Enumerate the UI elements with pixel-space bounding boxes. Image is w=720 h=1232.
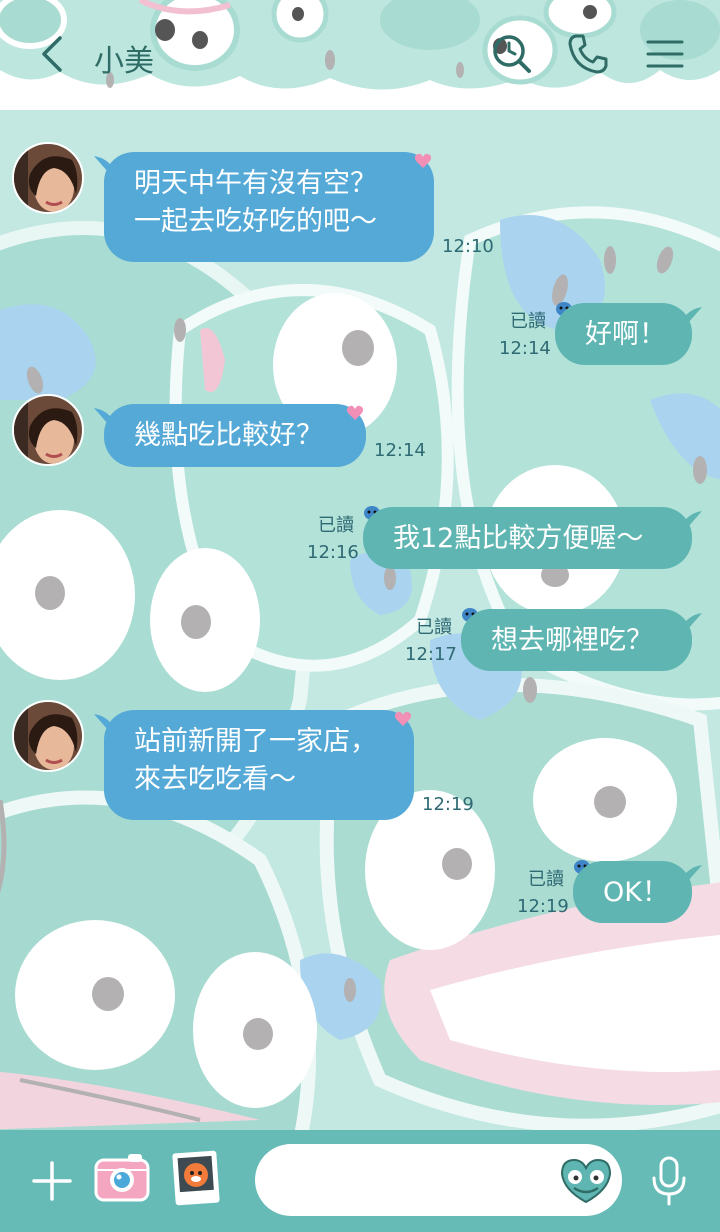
bubble-tail [680, 865, 702, 881]
composer-bar [0, 1130, 720, 1232]
chat-header: 小美 [0, 0, 720, 110]
message-text: 想去哪裡吃？ [491, 625, 653, 656]
message-text: OK！ [603, 877, 669, 908]
back-arrow-icon[interactable] [34, 32, 74, 76]
message-text: 幾點吃比較好？ [134, 420, 323, 451]
message-bubble[interactable]: OK！ [573, 861, 692, 923]
bubble-tail [680, 613, 702, 629]
heart-decoration-icon [414, 153, 432, 168]
contact-avatar[interactable] [12, 700, 84, 772]
chat-title: 小美 [94, 44, 154, 79]
heart-decoration-icon [394, 711, 412, 726]
camera-icon[interactable] [92, 1150, 152, 1206]
message-text-line: 站前新開了一家店， [134, 726, 377, 757]
message-time: 12:10 [442, 236, 494, 257]
message-time: 12:16 [307, 542, 359, 563]
plus-icon[interactable] [30, 1159, 74, 1203]
contact-avatar[interactable] [12, 394, 84, 466]
message-text-line: 一起去吃好吃的吧～ [134, 206, 377, 237]
photo-icon[interactable] [170, 1148, 222, 1208]
read-receipt: 已讀 [318, 515, 354, 536]
message-time: 12:17 [405, 644, 457, 665]
microphone-icon[interactable] [648, 1154, 690, 1208]
message-bubble[interactable]: 幾點吃比較好？ [104, 404, 366, 467]
message-time: 12:14 [499, 338, 551, 359]
message-time: 12:19 [517, 896, 569, 917]
message-time: 12:14 [374, 440, 426, 461]
menu-icon[interactable] [644, 34, 686, 74]
message-text-line: 明天中午有沒有空？ [134, 168, 377, 199]
message-bubble[interactable]: 我12點比較方便喔～ [363, 507, 692, 569]
read-receipt: 已讀 [510, 311, 546, 332]
read-receipt: 已讀 [416, 617, 452, 638]
message-bubble[interactable]: 想去哪裡吃？ [461, 609, 692, 671]
heart-decoration-icon [346, 405, 364, 420]
contact-avatar[interactable] [12, 142, 84, 214]
message-bubble[interactable]: 好啊！ [555, 303, 692, 365]
message-text: 我12點比較方便喔～ [393, 523, 644, 554]
message-time: 12:19 [422, 794, 474, 815]
phone-icon[interactable] [566, 32, 610, 76]
read-receipt: 已讀 [528, 869, 564, 890]
search-clock-icon[interactable] [490, 32, 534, 76]
message-text: 好啊！ [585, 319, 666, 350]
emoji-icon[interactable] [558, 1156, 614, 1204]
message-bubble[interactable]: 明天中午有沒有空？ 一起去吃好吃的吧～ [104, 152, 434, 262]
message-text-line: 來去吃吃看～ [134, 764, 296, 795]
message-bubble[interactable]: 站前新開了一家店， 來去吃吃看～ [104, 710, 414, 820]
bubble-tail [680, 307, 702, 323]
bubble-tail [680, 511, 702, 527]
